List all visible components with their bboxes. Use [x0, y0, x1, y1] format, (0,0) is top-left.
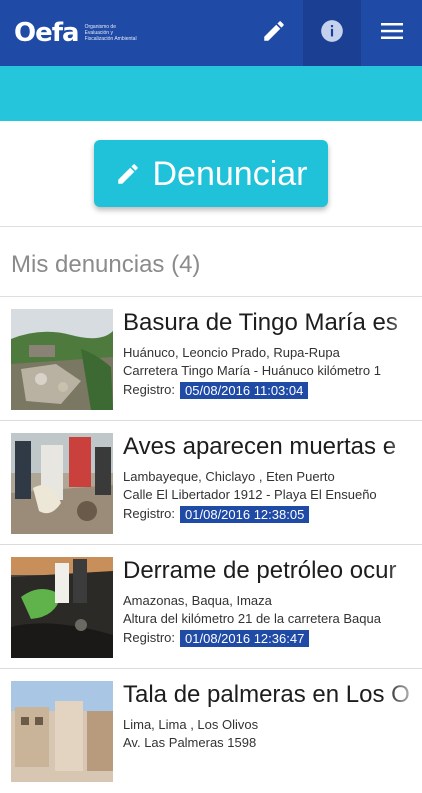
denuncia-location: Huánuco, Leoncio Prado, Rupa-Rupa — [123, 345, 340, 360]
denunciar-button[interactable]: Denunciar — [94, 140, 328, 207]
oefa-logo: Oefa Organismo de Evaluación y Fiscaliza… — [14, 18, 139, 48]
info-button[interactable] — [303, 0, 361, 66]
pencil-icon — [115, 161, 141, 187]
pencil-icon — [261, 18, 287, 49]
denuncia-location: Amazonas, Baqua, Imaza — [123, 593, 272, 608]
denuncia-title: Tala de palmeras en Los O — [123, 681, 410, 708]
denuncia-title: Aves aparecen muertas e — [123, 433, 397, 460]
info-icon — [319, 18, 345, 49]
divider — [0, 226, 422, 227]
menu-button[interactable] — [362, 0, 422, 66]
denuncia-list-item[interactable]: Aves aparecen muertas e Lambayeque, Chic… — [0, 421, 422, 545]
registro-row: Registro: 01/08/2016 12:38:05 — [123, 505, 310, 523]
denuncia-list-item[interactable]: Tala de palmeras en Los O Lima, Lima , L… — [0, 669, 422, 793]
registro-row: Registro: 01/08/2016 12:36:47 — [123, 629, 310, 647]
registro-row: Registro: 05/08/2016 11:03:04 — [123, 381, 309, 399]
denuncia-photo — [11, 309, 113, 410]
logo-text: Oefa — [14, 18, 80, 48]
registro-date-badge: 01/08/2016 12:38:05 — [180, 505, 310, 523]
denuncia-photo — [11, 433, 113, 534]
section-title: Mis denuncias (4) — [11, 251, 201, 278]
denunciar-label: Denunciar — [152, 154, 308, 193]
denuncia-location: Lambayeque, Chiclayo , Eten Puerto — [123, 469, 335, 484]
registro-date-badge: 05/08/2016 11:03:04 — [180, 381, 309, 399]
app-header: Oefa Organismo de Evaluación y Fiscaliza… — [0, 0, 422, 66]
denuncia-address: Carretera Tingo María - Huánuco kilómetr… — [123, 363, 381, 378]
denuncia-title: Derrame de petróleo ocur — [123, 557, 397, 584]
denuncia-photo — [11, 557, 113, 658]
registro-label: Registro: — [123, 382, 176, 397]
registro-label: Registro: — [123, 506, 176, 521]
registro-date-badge: 01/08/2016 12:36:47 — [180, 629, 310, 647]
denuncia-title: Basura de Tingo María es — [123, 309, 398, 336]
denuncia-address: Altura del kilómetro 21 de la carretera … — [123, 611, 381, 626]
edit-button[interactable] — [246, 0, 302, 66]
registro-label: Registro: — [123, 630, 176, 645]
logo-subtitle: Organismo de Evaluación y Fiscalización … — [84, 24, 137, 42]
hamburger-menu-icon — [380, 21, 404, 46]
denuncia-address: Calle El Libertador 1912 - Playa El Ensu… — [123, 487, 377, 502]
denuncia-photo — [11, 681, 113, 782]
denuncia-location: Lima, Lima , Los Olivos — [123, 717, 259, 732]
header-accent-strip — [0, 66, 422, 121]
denuncia-list-item[interactable]: Basura de Tingo María es Huánuco, Leonci… — [0, 297, 422, 421]
denuncia-address: Av. Las Palmeras 1598 — [123, 735, 257, 750]
denuncia-list-item[interactable]: Derrame de petróleo ocur Amazonas, Baqua… — [0, 545, 422, 669]
